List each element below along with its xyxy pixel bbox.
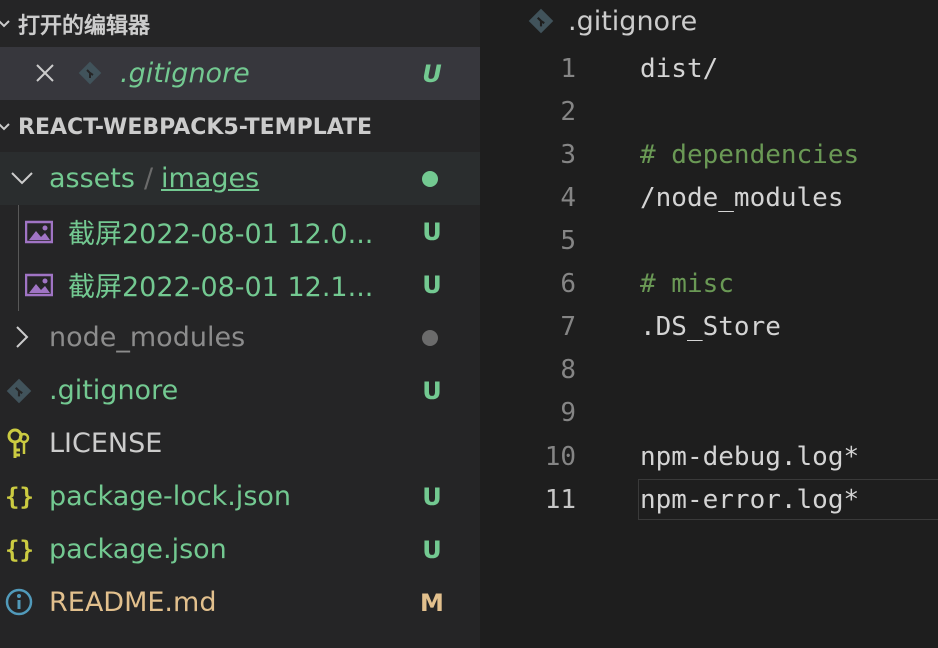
line-number: 6: [560, 268, 576, 299]
breadcrumb-filename: .gitignore: [568, 5, 698, 37]
untracked-badge: U: [422, 59, 442, 88]
image-file-icon: [25, 272, 53, 298]
file-item[interactable]: 截屏2022-08-01 12.0... U: [0, 205, 480, 258]
line-number: 4: [560, 182, 576, 213]
file-item[interactable]: LICENSE: [0, 417, 480, 470]
line-number: 10: [544, 441, 576, 472]
file-name: package.json: [49, 534, 227, 565]
code-line[interactable]: 10 npm-debug.log*: [480, 435, 938, 478]
file-item[interactable]: .gitignore U: [0, 364, 480, 417]
untracked-badge: U: [422, 376, 442, 405]
untracked-badge: U: [422, 482, 442, 511]
json-file-icon: {}: [5, 482, 34, 511]
open-editors-header[interactable]: 打开的编辑器: [0, 0, 480, 48]
line-number: 8: [560, 354, 576, 385]
line-number: 5: [560, 225, 576, 256]
open-editors-title: 打开的编辑器: [18, 14, 151, 39]
git-file-icon: [6, 378, 32, 404]
file-name: 截屏2022-08-01 12.1...: [68, 272, 374, 303]
line-number: 1: [560, 53, 576, 84]
folder-name-assets[interactable]: assets: [49, 163, 135, 194]
chevron-right-icon: [12, 325, 32, 349]
editor-breadcrumb[interactable]: .gitignore: [528, 3, 697, 39]
file-item[interactable]: README.md M: [0, 576, 480, 629]
explorer-sidebar: 打开的编辑器 .gitignore U REACT-WEBPACK5-TEMPL…: [0, 0, 480, 648]
file-name: .gitignore: [49, 375, 179, 406]
key-icon: [6, 428, 32, 460]
code-line[interactable]: 1 dist/: [480, 47, 938, 90]
code-text: dist/: [640, 53, 719, 84]
code-editor[interactable]: .gitignore 1 dist/2 3 # dependencies 4/node_…: [480, 0, 938, 648]
image-file-icon: [25, 219, 53, 245]
line-number: 2: [560, 96, 576, 127]
line-number: 11: [544, 484, 576, 515]
file-name: 截屏2022-08-01 12.0...: [68, 219, 374, 250]
info-icon: [5, 588, 33, 616]
code-line[interactable]: 9: [480, 391, 938, 434]
line-number: 3: [560, 139, 576, 170]
code-line[interactable]: 4/node_modules: [480, 176, 938, 219]
project-header[interactable]: REACT-WEBPACK5-TEMPLATE: [0, 103, 480, 151]
chevron-down-icon: [10, 168, 34, 188]
modified-badge: M: [420, 588, 444, 617]
path-separator: /: [144, 163, 154, 194]
untracked-badge: U: [422, 270, 442, 299]
code-line[interactable]: 6 # misc: [480, 262, 938, 305]
code-line[interactable]: 3 # dependencies: [480, 133, 938, 176]
line-number: 7: [560, 311, 576, 342]
open-editor-item[interactable]: .gitignore U: [0, 47, 480, 100]
code-line[interactable]: 7 .DS_Store: [480, 305, 938, 348]
code-line[interactable]: 8: [480, 348, 938, 391]
untracked-badge: U: [422, 217, 442, 246]
git-file-icon: [78, 61, 102, 85]
code-comment: # dependencies: [640, 139, 860, 170]
file-item[interactable]: {} package.json U: [0, 523, 480, 576]
chevron-down-icon: [0, 20, 10, 28]
code-text: /node_modules: [640, 182, 844, 213]
file-item[interactable]: {} package-lock.json U: [0, 470, 480, 523]
changes-dot: [422, 171, 438, 187]
code-text: .DS_Store: [640, 311, 781, 342]
code-text: npm-error.log*: [640, 484, 860, 515]
code-comment: # misc: [640, 268, 734, 299]
close-icon[interactable]: [32, 60, 58, 86]
code-line[interactable]: 11 npm-error.log*: [480, 478, 938, 521]
file-name: README.md: [49, 587, 217, 618]
git-file-icon: [528, 8, 554, 34]
project-title: REACT-WEBPACK5-TEMPLATE: [18, 114, 373, 140]
ignored-dot: [422, 330, 438, 346]
code-text: npm-debug.log*: [640, 441, 860, 472]
code-line[interactable]: 2: [480, 90, 938, 133]
folder-name-images[interactable]: images: [161, 163, 259, 194]
file-item[interactable]: 截屏2022-08-01 12.1... U: [0, 258, 480, 311]
open-editor-filename: .gitignore: [120, 58, 250, 89]
folder-name: node_modules: [49, 322, 246, 353]
json-file-icon: {}: [5, 535, 34, 564]
folder-node-modules[interactable]: node_modules: [0, 311, 480, 364]
line-number: 9: [560, 397, 576, 428]
file-name: package-lock.json: [49, 481, 292, 512]
code-line[interactable]: 5: [480, 219, 938, 262]
file-name: LICENSE: [49, 428, 163, 459]
folder-assets-images[interactable]: assets / images: [0, 152, 480, 205]
chevron-down-icon: [0, 123, 10, 131]
untracked-badge: U: [422, 535, 442, 564]
